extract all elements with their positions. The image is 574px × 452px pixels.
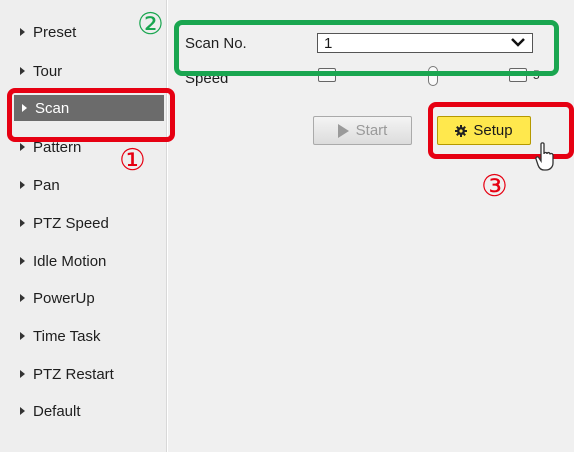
play-icon — [337, 123, 349, 138]
step3-marker: ③ — [481, 169, 508, 204]
chevron-right-icon — [20, 67, 25, 75]
sidebar-item-label: Tour — [33, 62, 63, 80]
sidebar-item-ptz-restart[interactable]: PTZ Restart — [0, 361, 167, 387]
sidebar-item-idle-motion[interactable]: Idle Motion — [0, 248, 167, 274]
sidebar-item-label: Time Task — [33, 327, 101, 345]
sidebar-item-label: PowerUp — [33, 289, 95, 307]
chevron-right-icon — [20, 407, 25, 415]
sidebar-item-label: Default — [33, 402, 81, 420]
chevron-right-icon — [20, 219, 25, 227]
start-button[interactable]: Start — [313, 116, 412, 145]
sidebar-item-label: PTZ Speed — [33, 214, 109, 232]
step1-marker: ① — [119, 143, 146, 178]
sidebar-item-tour[interactable]: Tour — [0, 58, 167, 84]
sidebar: Preset Tour Scan Pattern Pan PTZ Speed I… — [0, 0, 167, 452]
chevron-right-icon — [20, 257, 25, 265]
sidebar-item-time-task[interactable]: Time Task — [0, 323, 167, 349]
start-button-label: Start — [355, 122, 388, 139]
sidebar-item-label: PTZ Restart — [33, 365, 114, 383]
sidebar-item-label: Preset — [33, 23, 77, 41]
sidebar-item-label: Pan — [33, 176, 60, 194]
step2-highlight — [174, 20, 559, 76]
sidebar-item-powerup[interactable]: PowerUp — [0, 285, 167, 311]
hand-cursor-icon — [535, 142, 554, 171]
step1-highlight — [7, 88, 175, 142]
sidebar-item-default[interactable]: Default — [0, 398, 167, 424]
chevron-right-icon — [20, 294, 25, 302]
step2-marker: ② — [137, 7, 164, 42]
chevron-right-icon — [20, 370, 25, 378]
chevron-right-icon — [20, 181, 25, 189]
sidebar-item-ptz-speed[interactable]: PTZ Speed — [0, 210, 167, 236]
chevron-right-icon — [20, 28, 25, 36]
chevron-right-icon — [20, 143, 25, 151]
sidebar-item-label: Idle Motion — [33, 252, 107, 270]
chevron-right-icon — [20, 332, 25, 340]
